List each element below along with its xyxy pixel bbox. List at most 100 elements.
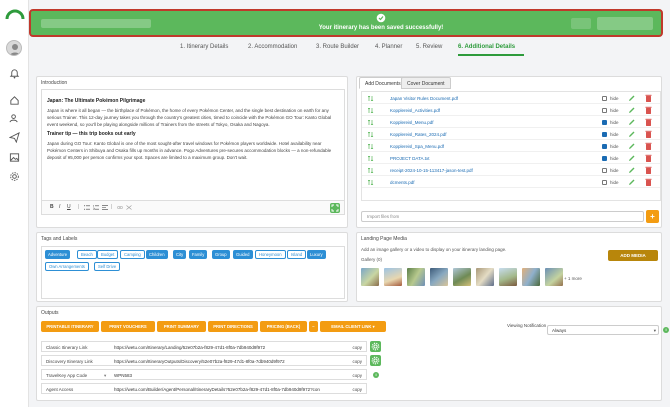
introduction-content[interactable]: Japan: The Ultimate Pokémon Pilgrimage J… [47, 98, 341, 198]
document-name[interactable]: Kopplereisl_Activities.pdf [390, 108, 440, 113]
hide-checkbox[interactable] [602, 180, 607, 185]
travelkey-code-field[interactable]: WPN583 [114, 373, 342, 378]
clear-format-icon[interactable] [126, 205, 132, 210]
tag-family[interactable]: Family [189, 250, 208, 259]
step-accommodation[interactable]: 2. Accommodation [248, 44, 297, 50]
drag-handle-icon[interactable] [368, 180, 374, 185]
tag-island[interactable]: Island [287, 250, 307, 259]
gallery-thumbnail[interactable] [522, 268, 540, 286]
copy-button[interactable]: copy [352, 359, 362, 364]
tag-beach[interactable]: Beach [77, 250, 97, 259]
pencil-icon[interactable] [628, 106, 636, 114]
pencil-icon[interactable] [628, 94, 636, 102]
hide-checkbox[interactable] [602, 96, 607, 101]
image-icon[interactable] [9, 152, 20, 163]
drag-handle-icon[interactable] [368, 144, 374, 149]
tag-camping[interactable]: Camping [120, 250, 145, 259]
gallery-thumbnail[interactable] [430, 268, 448, 286]
info-icon[interactable]: i [373, 372, 379, 378]
trash-icon[interactable] [645, 130, 652, 138]
bold-button[interactable]: B [50, 204, 54, 210]
tag-honeymoon[interactable]: Honeymoon [255, 250, 286, 259]
chevron-down-icon[interactable]: ▾ [104, 373, 106, 379]
import-add-button[interactable]: + [646, 210, 659, 223]
print-vouchers-button[interactable]: PRINT VOUCHERS [101, 321, 155, 332]
copy-button[interactable]: copy [352, 345, 362, 350]
discovery-itinerary-link-field[interactable]: https://wetu.com/ItineraryOutputs/Discov… [114, 359, 342, 364]
info-icon[interactable]: i [663, 327, 669, 333]
tag-self-drive[interactable]: Self Drive [94, 262, 121, 271]
hide-checkbox[interactable] [602, 156, 607, 161]
print-summary-button[interactable]: PRINT SUMMARY [157, 321, 206, 332]
hide-checkbox[interactable] [602, 168, 607, 173]
settings-button[interactable] [370, 341, 381, 352]
tag-own-arrangements[interactable]: Own Arrangements [45, 262, 89, 271]
printable-itinerary-button[interactable]: PRINTABLE ITINERARY [41, 321, 99, 332]
hide-checkbox[interactable] [602, 108, 607, 113]
link-icon[interactable] [117, 205, 123, 210]
expand-editor-button[interactable] [330, 203, 340, 213]
document-name[interactable]: receipt-2024-10-15-113417-jason-test.pdf [390, 168, 473, 173]
introduction-editor[interactable]: Japan: The Ultimate Pokémon Pilgrimage J… [41, 89, 345, 215]
home-icon[interactable] [9, 95, 20, 106]
trash-icon[interactable] [645, 118, 652, 126]
document-name[interactable]: Kopplereisl_Menu.pdf [390, 120, 434, 125]
drag-handle-icon[interactable] [368, 132, 374, 137]
agent-access-link-field[interactable]: https://wetu.com/Builder/Agent/Personal/… [114, 387, 342, 392]
gallery-thumbnail[interactable] [476, 268, 494, 286]
tag-adventure[interactable]: Adventure [45, 250, 71, 259]
trash-icon[interactable] [645, 154, 652, 162]
document-name[interactable]: PROJECT DATA.txt [390, 156, 430, 161]
trash-icon[interactable] [645, 178, 652, 186]
drag-handle-icon[interactable] [368, 120, 374, 125]
hide-checkbox[interactable] [602, 132, 607, 137]
pencil-icon[interactable] [628, 142, 636, 150]
tag-children[interactable]: Children [146, 250, 168, 259]
pricing-toggle-button[interactable]: − [309, 321, 318, 332]
hide-checkbox[interactable] [602, 120, 607, 125]
email-client-link-button[interactable]: EMAIL CLIENT LINK ▾ [320, 321, 386, 332]
step-review[interactable]: 5. Review [416, 44, 442, 50]
step-itinerary-details[interactable]: 1. Itinerary Details [180, 44, 228, 50]
classic-itinerary-link-field[interactable]: https://wetu.com/Itinerary/Landing/52e07… [114, 345, 342, 350]
add-media-button[interactable]: ADD MEDIA [608, 250, 658, 261]
document-name[interactable]: Japan Visitor Rules Document.pdf [390, 96, 458, 101]
viewing-notification-select[interactable]: Always ▾ [547, 325, 659, 335]
trash-icon[interactable] [645, 94, 652, 102]
tag-budget[interactable]: Budget [97, 250, 119, 259]
gallery-thumbnail[interactable] [453, 268, 471, 286]
step-planner[interactable]: 4. Planner [375, 44, 402, 50]
italic-button[interactable]: I [59, 204, 60, 210]
gallery-thumbnail[interactable] [499, 268, 517, 286]
pencil-icon[interactable] [628, 118, 636, 126]
step-additional-details[interactable]: 6. Additional Details [458, 44, 515, 50]
trash-icon[interactable] [645, 106, 652, 114]
settings-button[interactable] [370, 355, 381, 366]
drag-handle-icon[interactable] [368, 96, 374, 101]
bullet-list-icon[interactable] [84, 205, 90, 210]
tag-city[interactable]: City [173, 250, 187, 259]
tab-add-documents[interactable]: Add Documents [359, 77, 407, 89]
document-name[interactable]: Kopplereisl_Rates_2024.pdf [390, 132, 447, 137]
underline-button[interactable]: U [67, 204, 71, 210]
import-files-input[interactable]: Import files from [361, 211, 644, 222]
gallery-thumbnail[interactable] [407, 268, 425, 286]
pencil-icon[interactable] [628, 178, 636, 186]
gallery-thumbnail[interactable] [361, 268, 379, 286]
pencil-icon[interactable] [628, 130, 636, 138]
gallery-more-count[interactable]: + 1 more [564, 276, 582, 281]
align-icon[interactable] [102, 205, 108, 210]
users-icon[interactable] [9, 113, 20, 124]
gear-icon[interactable] [9, 171, 20, 182]
trash-icon[interactable] [645, 142, 652, 150]
copy-button[interactable]: copy [352, 387, 362, 392]
avatar[interactable] [6, 40, 22, 56]
document-name[interactable]: Kopplereisl_Spa_Menu.pdf [390, 144, 444, 149]
bell-icon[interactable] [9, 68, 20, 79]
gallery-thumbnail[interactable] [545, 268, 563, 286]
document-name[interactable]: dcments.pdf [390, 180, 415, 185]
send-icon[interactable] [9, 132, 20, 143]
trash-icon[interactable] [645, 166, 652, 174]
pencil-icon[interactable] [628, 154, 636, 162]
pricing-back-button[interactable]: PRICING (BACK) [260, 321, 307, 332]
